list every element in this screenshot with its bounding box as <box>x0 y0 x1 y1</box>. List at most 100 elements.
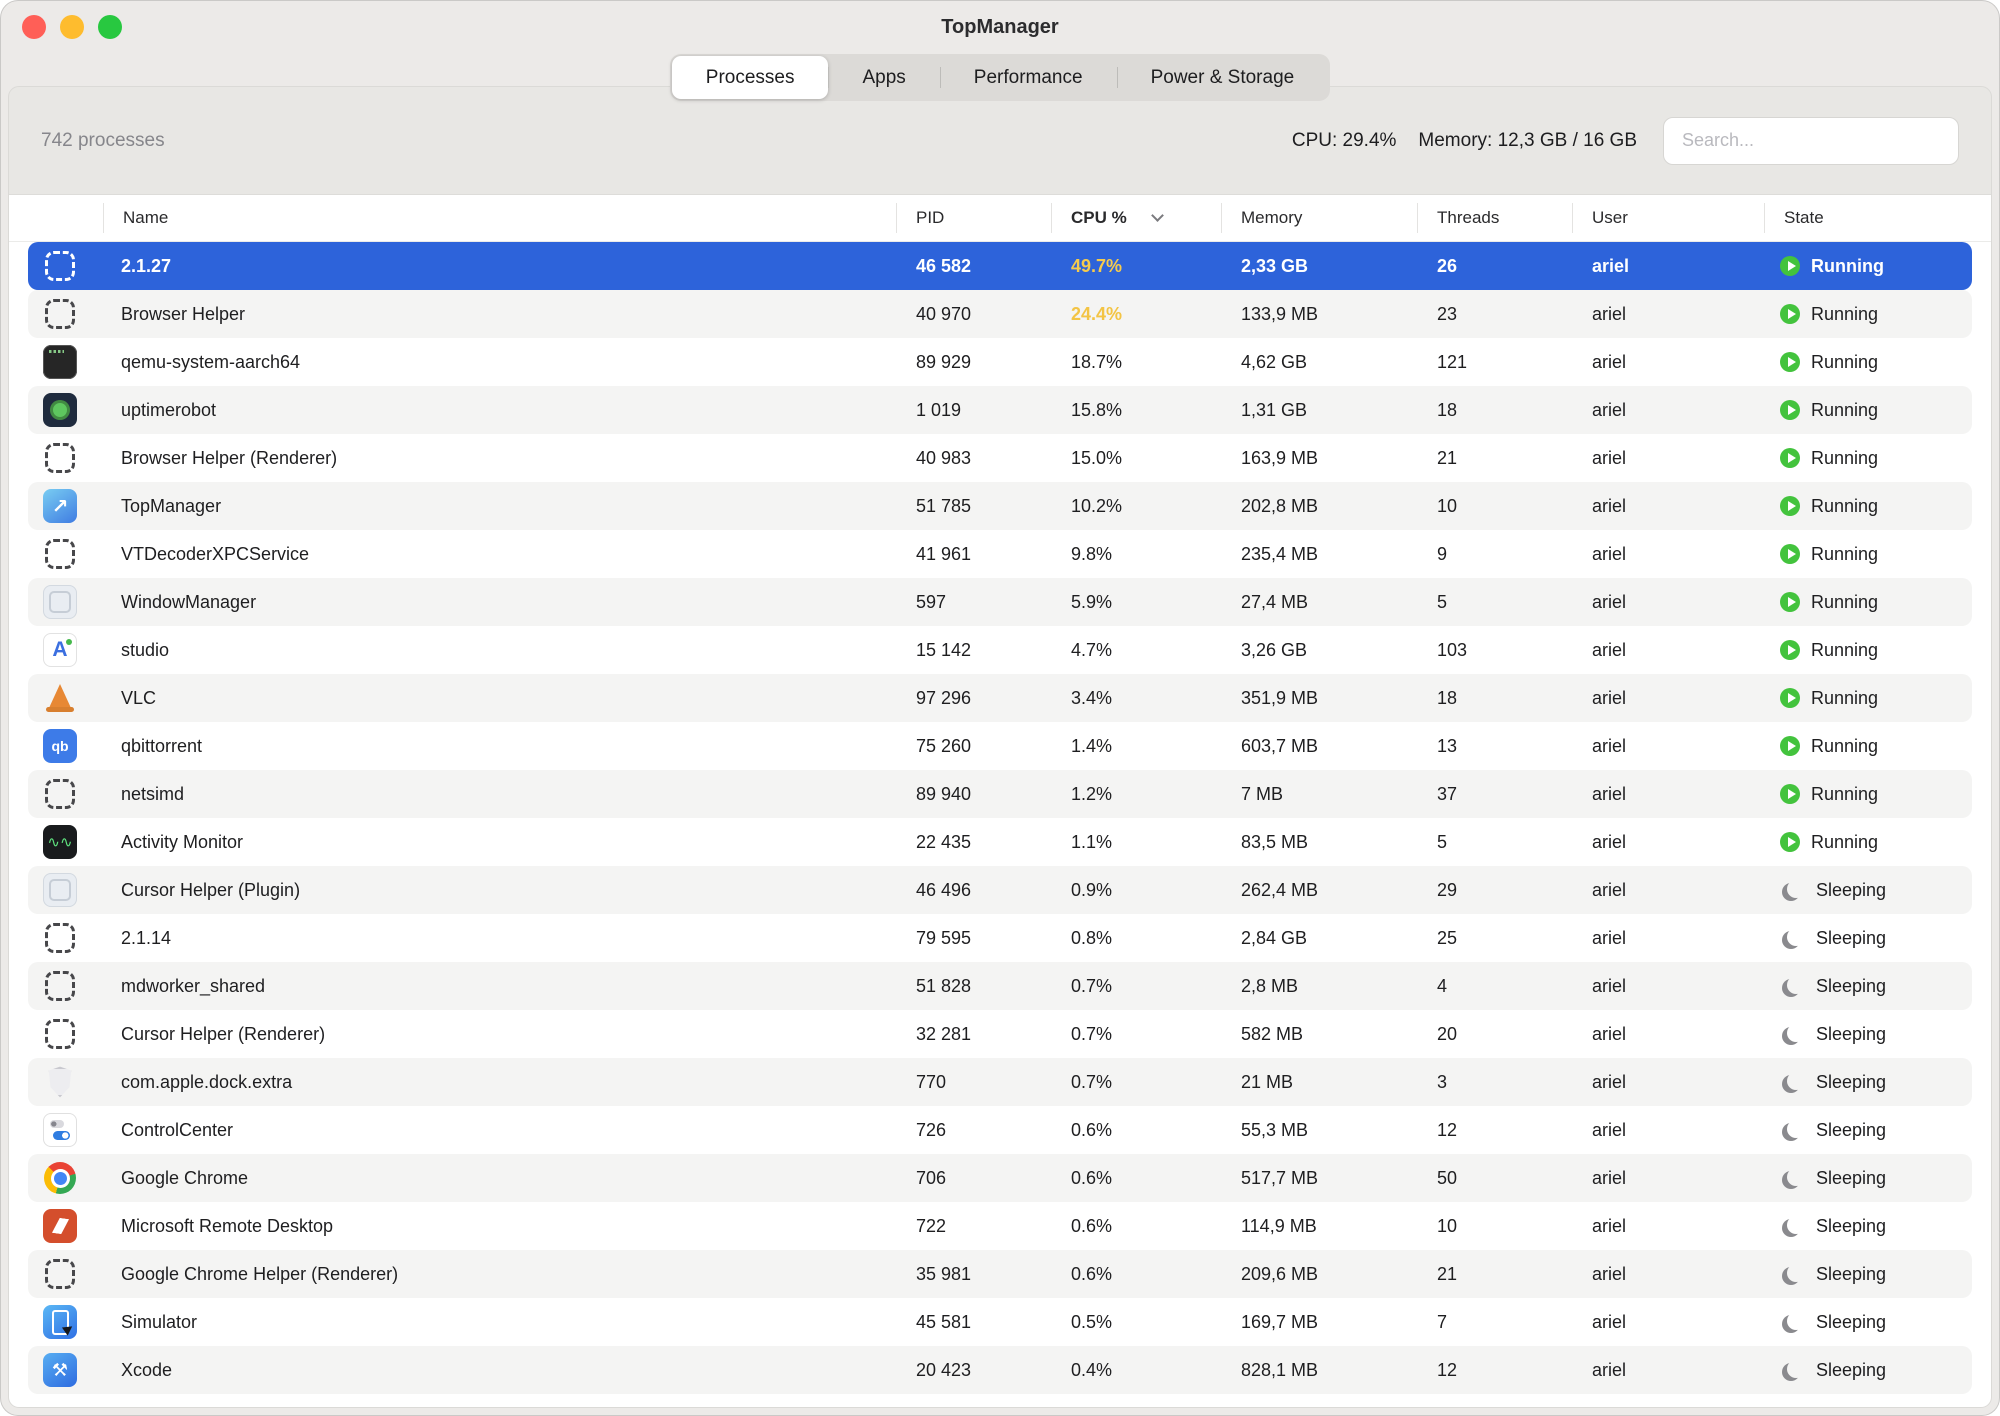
dashed-app-icon <box>45 971 75 1001</box>
process-threads: 18 <box>1417 688 1572 709</box>
table-row[interactable]: Microsoft Remote Desktop 722 0.6% 114,9 … <box>28 1202 1972 1250</box>
sleeping-moon-icon <box>1787 880 1805 898</box>
tab-performance[interactable]: Performance <box>940 56 1117 99</box>
process-state: Sleeping <box>1764 880 1972 901</box>
tab-processes[interactable]: Processes <box>672 56 829 99</box>
process-user: ariel <box>1572 448 1764 469</box>
column-header-name[interactable]: Name <box>103 195 896 241</box>
process-cpu: 0.5% <box>1051 1312 1221 1333</box>
state-label: Sleeping <box>1816 928 1886 949</box>
table-row[interactable]: com.apple.dock.extra 770 0.7% 21 MB 3 ar… <box>28 1058 1972 1106</box>
tab-power-storage[interactable]: Power & Storage <box>1117 56 1329 99</box>
vlc-app-icon <box>43 681 77 715</box>
table-row[interactable]: 2.1.14 79 595 0.8% 2,84 GB 25 ariel Slee… <box>28 914 1972 962</box>
process-threads: 21 <box>1417 448 1572 469</box>
search-input[interactable] <box>1663 117 1959 165</box>
table-row[interactable]: Cursor Helper (Plugin) 46 496 0.9% 262,4… <box>28 866 1972 914</box>
table-row[interactable]: uptimerobot 1 019 15.8% 1,31 GB 18 ariel… <box>28 386 1972 434</box>
table-row[interactable]: ⚒ Xcode 20 423 0.4% 828,1 MB 12 ariel Sl… <box>28 1346 1972 1394</box>
table-row[interactable]: WindowManager 597 5.9% 27,4 MB 5 ariel R… <box>28 578 1972 626</box>
process-cpu: 0.6% <box>1051 1264 1221 1285</box>
column-header-user[interactable]: User <box>1572 195 1764 241</box>
sim-app-icon <box>43 1305 77 1339</box>
table-row[interactable]: VTDecoderXPCService 41 961 9.8% 235,4 MB… <box>28 530 1972 578</box>
process-cpu: 15.8% <box>1051 400 1221 421</box>
process-threads: 25 <box>1417 928 1572 949</box>
state-label: Running <box>1811 304 1878 325</box>
process-pid: 79 595 <box>896 928 1051 949</box>
state-label: Sleeping <box>1816 1264 1886 1285</box>
process-user: ariel <box>1572 496 1764 517</box>
process-user: ariel <box>1572 928 1764 949</box>
table-row[interactable]: ↗ TopManager 51 785 10.2% 202,8 MB 10 ar… <box>28 482 1972 530</box>
table-row[interactable]: 2.1.27 46 582 49.7% 2,33 GB 26 ariel Run… <box>28 242 1972 290</box>
process-state: Running <box>1764 736 1972 757</box>
running-play-icon <box>1780 448 1800 468</box>
titlebar[interactable]: TopManager <box>0 0 2000 54</box>
process-memory: 202,8 MB <box>1221 496 1417 517</box>
process-pid: 51 785 <box>896 496 1051 517</box>
process-memory: 828,1 MB <box>1221 1360 1417 1381</box>
process-threads: 10 <box>1417 496 1572 517</box>
process-threads: 3 <box>1417 1072 1572 1093</box>
process-threads: 13 <box>1417 736 1572 757</box>
process-state: Running <box>1764 592 1972 613</box>
table-row[interactable]: Browser Helper 40 970 24.4% 133,9 MB 23 … <box>28 290 1972 338</box>
column-header-label: Name <box>123 208 168 228</box>
process-threads: 5 <box>1417 592 1572 613</box>
process-user: ariel <box>1572 1312 1764 1333</box>
column-header-threads[interactable]: Threads <box>1417 195 1572 241</box>
process-name: qemu-system-aarch64 <box>103 352 896 373</box>
column-header-state[interactable]: State <box>1764 195 1972 241</box>
process-user: ariel <box>1572 1216 1764 1237</box>
studio-app-icon: A <box>43 633 77 667</box>
process-cpu: 0.6% <box>1051 1120 1221 1141</box>
column-header-label: CPU % <box>1071 208 1127 228</box>
table-row[interactable]: qemu-system-aarch64 89 929 18.7% 4,62 GB… <box>28 338 1972 386</box>
process-memory: 351,9 MB <box>1221 688 1417 709</box>
column-header-label: User <box>1592 208 1628 228</box>
process-state: Sleeping <box>1764 1072 1972 1093</box>
process-memory: 2,33 GB <box>1221 256 1417 277</box>
process-memory: 603,7 MB <box>1221 736 1417 757</box>
process-user: ariel <box>1572 976 1764 997</box>
process-table: 2.1.27 46 582 49.7% 2,33 GB 26 ariel Run… <box>9 242 1991 1407</box>
column-header-cpu-[interactable]: CPU % <box>1051 195 1221 241</box>
table-row[interactable]: Cursor Helper (Renderer) 32 281 0.7% 582… <box>28 1010 1972 1058</box>
table-row[interactable]: Google Chrome 706 0.6% 517,7 MB 50 ariel… <box>28 1154 1972 1202</box>
process-state: Running <box>1764 496 1972 517</box>
process-user: ariel <box>1572 256 1764 277</box>
window-title: TopManager <box>0 0 2000 54</box>
main-panel: 742 processes CPU: 29.4% Memory: 12,3 GB… <box>8 86 1992 1408</box>
table-row[interactable]: ∿∿ Activity Monitor 22 435 1.1% 83,5 MB … <box>28 818 1972 866</box>
table-row[interactable]: qb qbittorrent 75 260 1.4% 603,7 MB 13 a… <box>28 722 1972 770</box>
process-user: ariel <box>1572 1024 1764 1045</box>
table-row[interactable]: netsimd 89 940 1.2% 7 MB 37 ariel Runnin… <box>28 770 1972 818</box>
table-row[interactable]: Browser Helper (Renderer) 40 983 15.0% 1… <box>28 434 1972 482</box>
column-header-memory[interactable]: Memory <box>1221 195 1417 241</box>
process-threads: 18 <box>1417 400 1572 421</box>
state-label: Sleeping <box>1816 880 1886 901</box>
tab-apps[interactable]: Apps <box>828 56 939 99</box>
state-label: Running <box>1811 736 1878 757</box>
table-row[interactable]: mdworker_shared 51 828 0.7% 2,8 MB 4 ari… <box>28 962 1972 1010</box>
table-row[interactable]: Google Chrome Helper (Renderer) 35 981 0… <box>28 1250 1972 1298</box>
table-row[interactable]: ControlCenter 726 0.6% 55,3 MB 12 ariel … <box>28 1106 1972 1154</box>
app-window: TopManager ProcessesAppsPerformancePower… <box>0 0 2000 1416</box>
process-threads: 7 <box>1417 1312 1572 1333</box>
process-pid: 722 <box>896 1216 1051 1237</box>
cc-app-icon <box>43 1113 77 1147</box>
process-user: ariel <box>1572 736 1764 757</box>
process-pid: 40 970 <box>896 304 1051 325</box>
table-row[interactable]: Simulator 45 581 0.5% 169,7 MB 7 ariel S… <box>28 1298 1972 1346</box>
view-tabs: ProcessesAppsPerformancePower & Storage <box>670 54 1330 101</box>
column-header-label: State <box>1784 208 1824 228</box>
column-header-pid[interactable]: PID <box>896 195 1051 241</box>
table-row[interactable]: A studio 15 142 4.7% 3,26 GB 103 ariel R… <box>28 626 1972 674</box>
table-row[interactable]: VLC 97 296 3.4% 351,9 MB 18 ariel Runnin… <box>28 674 1972 722</box>
sleeping-moon-icon <box>1787 976 1805 994</box>
process-name: ControlCenter <box>103 1120 896 1141</box>
process-state: Running <box>1764 448 1972 469</box>
sleeping-moon-icon <box>1787 1168 1805 1186</box>
process-name: studio <box>103 640 896 661</box>
